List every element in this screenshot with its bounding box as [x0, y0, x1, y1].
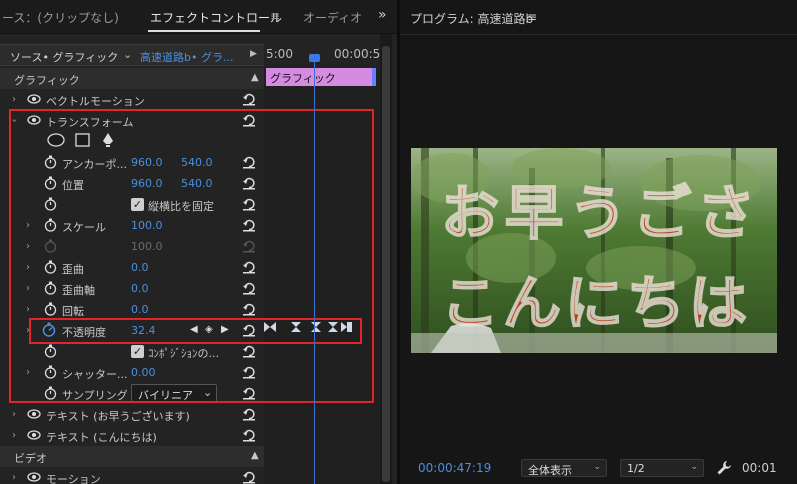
fx-icon[interactable] [27, 471, 41, 483]
more-tabs-icon[interactable]: » [378, 7, 387, 23]
eye-icon[interactable] [27, 408, 41, 420]
row-text-1[interactable]: › テキスト (お早うございます) [0, 404, 264, 425]
playhead-timecode[interactable]: 00:00:47:19 [418, 461, 491, 475]
wrench-icon[interactable] [716, 460, 732, 476]
row-text-2[interactable]: › テキスト (こんにちは) [0, 425, 264, 446]
section-video-label: ビデオ [14, 452, 47, 465]
opacity-highlight-box [29, 318, 362, 344]
vector-motion-label: ベクトルモーション [46, 95, 145, 108]
active-tab-indicator [148, 30, 260, 32]
program-video-frame[interactable]: お早うごさ こんにちは [411, 148, 777, 353]
playback-resolution-dropdown[interactable]: 1/2 ⌄ [620, 459, 704, 477]
expand-chevron-icon[interactable]: › [12, 430, 16, 441]
playhead-handle[interactable] [309, 54, 320, 62]
scrollbar-thumb[interactable] [382, 46, 390, 482]
expand-chevron-icon[interactable]: › [12, 409, 16, 420]
section-graphic-label: グラフィック [14, 74, 80, 87]
collapse-arrow-icon[interactable]: ▲ [251, 450, 259, 461]
caption-line-1: お早うごさ [440, 178, 762, 248]
chevron-down-icon: ⌄ [690, 462, 698, 472]
sequence-duration: 00:01 [742, 461, 777, 475]
effect-controls-panel: ース：(クリップなし) エフェクトコントロール ≡ オーディオ » ソース• グ… [0, 0, 397, 484]
eye-icon[interactable] [27, 93, 41, 105]
collapse-arrow-icon[interactable]: ▲ [251, 72, 259, 83]
tab-effect-controls[interactable]: エフェクトコントロール [150, 9, 282, 26]
header-divider [400, 34, 797, 35]
play-only-icon[interactable]: ▶ [250, 49, 257, 59]
expand-chevron-icon[interactable]: › [12, 94, 16, 105]
section-video-header[interactable]: ビデオ ▲ [0, 446, 264, 467]
tab-source[interactable]: ース：(クリップなし) [2, 9, 119, 26]
program-menu-icon[interactable]: ≡ [527, 10, 537, 24]
chevron-down-icon: ⌄ [593, 462, 601, 472]
tab-menu-icon[interactable]: ≡ [270, 9, 280, 23]
ruler-time-start: 5:00 [266, 47, 293, 61]
ruler-time-end: 00:00:5 [334, 47, 381, 61]
zoom-level-value: 全体表示 [528, 464, 572, 477]
transform-highlight-box [9, 109, 374, 403]
text-layer-2-label: テキスト (こんにちは) [46, 431, 157, 444]
text-layer-1-label: テキスト (お早うございます) [46, 410, 190, 423]
row-motion[interactable]: › モーション [0, 467, 264, 484]
caption-line-2: こんにちは [440, 268, 752, 338]
tab-audio[interactable]: オーディオ [303, 9, 362, 26]
source-label: ソース• グラフィック [10, 51, 119, 64]
source-clip-row: ソース• グラフィック ⌄ 高速道路b• グラ... ▶ [0, 44, 264, 66]
playback-resolution-value: 1/2 [627, 462, 645, 475]
motion-label: モーション [46, 473, 101, 484]
clip-name-label[interactable]: 高速道路b• グラ... [140, 49, 233, 65]
reset-icon[interactable] [242, 470, 256, 484]
row-vector-motion[interactable]: › ベクトルモーション [0, 89, 264, 110]
timeline-ruler[interactable]: 5:00 00:00:5 [264, 44, 380, 66]
reset-icon[interactable] [242, 92, 256, 106]
panel-tab-bar: ース：(クリップなし) エフェクトコントロール ≡ オーディオ » [0, 0, 397, 34]
program-monitor-title[interactable]: プログラム: 高速道路b [410, 10, 533, 27]
playhead-line[interactable] [314, 56, 315, 484]
reset-icon[interactable] [242, 428, 256, 442]
expand-chevron-icon[interactable]: › [12, 472, 16, 483]
reset-icon[interactable] [242, 407, 256, 421]
section-graphic-header[interactable]: グラフィック ▲ [0, 68, 264, 89]
eye-icon[interactable] [27, 429, 41, 441]
zoom-level-dropdown[interactable]: 全体表示 ⌄ [521, 459, 607, 477]
timeline-clip-bar[interactable]: グラフィック [266, 68, 376, 86]
source-dropdown-chevron-icon[interactable]: ⌄ [123, 48, 132, 61]
timeline-clip-label: グラフィック [270, 72, 336, 85]
